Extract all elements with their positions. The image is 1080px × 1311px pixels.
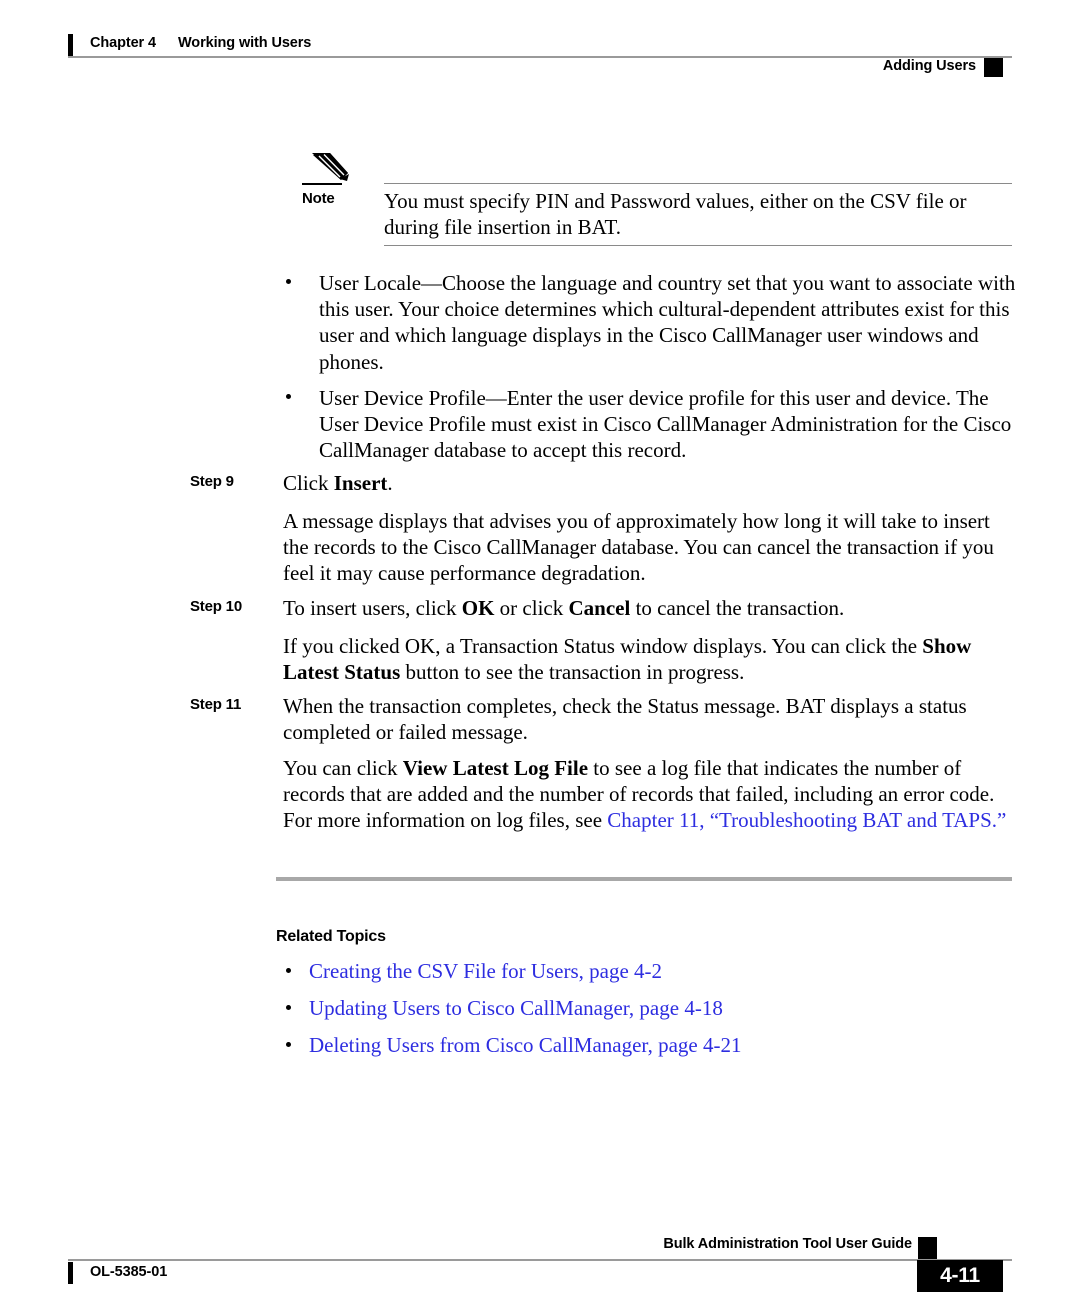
bullet-text: User Device Profile—Enter the user devic… xyxy=(319,386,1012,463)
list-item: User Locale—Choose the language and coun… xyxy=(286,270,1016,375)
related-topic-link[interactable]: Creating the CSV File for Users, page 4-… xyxy=(309,958,1006,984)
related-topic-item[interactable]: Deleting Users from Cisco CallManager, p… xyxy=(286,1032,1006,1058)
footer-right-tab-mark xyxy=(918,1237,937,1260)
header-rule xyxy=(68,56,1012,58)
footer-doc-id: OL-5385-01 xyxy=(90,1264,168,1280)
note-bottom-rule xyxy=(384,245,1012,246)
header-right-tab-mark xyxy=(984,58,1003,77)
header-chapter-number: Chapter 4 xyxy=(90,35,156,51)
related-topics-heading: Related Topics xyxy=(276,928,386,945)
step-lead-text: To insert users, click OK or click Cance… xyxy=(283,595,1030,621)
page-header: Chapter 4 Working with Users Adding Users xyxy=(68,30,1012,84)
step-11-body: You can click View Latest Log File to se… xyxy=(283,755,1013,834)
related-topic-link[interactable]: Deleting Users from Cisco CallManager, p… xyxy=(309,1032,1006,1058)
page-footer: Bulk Administration Tool User Guide OL-5… xyxy=(68,1228,1012,1292)
note-label: Note xyxy=(302,190,335,207)
step-10-body: If you clicked OK, a Transaction Status … xyxy=(283,633,1013,685)
step-lead-bold-cancel: Cancel xyxy=(568,596,631,620)
step-9-body: A message displays that advises you of a… xyxy=(283,509,994,586)
note-top-rule xyxy=(384,183,1012,184)
step-lead-text: Click Insert. xyxy=(283,470,1030,496)
step-lead-mid: or click xyxy=(494,596,569,620)
footer-left-tab-mark xyxy=(68,1262,73,1284)
step-label: Step 11 xyxy=(190,696,242,713)
header-section-title: Adding Users xyxy=(882,58,976,74)
page-number: 4-11 xyxy=(940,1264,980,1287)
step-10-body-suffix: button to see the transaction in progres… xyxy=(400,660,745,685)
pencil-icon xyxy=(310,152,354,182)
bullet-glyph xyxy=(286,1042,291,1047)
step-lead-bold: Insert xyxy=(333,471,388,495)
step-11-body-bold: View Latest Log File xyxy=(402,756,589,780)
related-topic-item[interactable]: Creating the CSV File for Users, page 4-… xyxy=(286,958,1006,984)
step-row-9: Step 9 Click Insert. xyxy=(190,470,1030,496)
header-left-tab-mark xyxy=(68,34,73,58)
bullet-glyph xyxy=(286,968,291,973)
step-lead-text: When the transaction completes, check th… xyxy=(283,694,967,745)
section-divider xyxy=(276,877,1012,881)
bullet-glyph xyxy=(286,279,291,284)
footer-rule xyxy=(68,1259,1012,1261)
list-item: User Device Profile—Enter the user devic… xyxy=(286,385,1016,464)
step-lead-suffix: . xyxy=(387,471,393,495)
bullet-text: User Locale—Choose the language and coun… xyxy=(319,271,1016,374)
footer-guide-title: Bulk Administration Tool User Guide xyxy=(663,1236,912,1252)
step-lead-bold-ok: OK xyxy=(461,596,495,620)
step-10-body-prefix: If you clicked OK, a Transaction Status … xyxy=(283,634,923,658)
bullet-glyph xyxy=(286,394,291,399)
step-label: Step 9 xyxy=(190,473,234,490)
header-chapter-breadcrumb: Chapter 4 Working with Users xyxy=(90,35,311,51)
related-topic-link[interactable]: Updating Users to Cisco CallManager, pag… xyxy=(309,995,1006,1021)
cross-reference-link[interactable]: Chapter 11, “Troubleshooting BAT and TAP… xyxy=(607,808,1006,832)
step-lead-suffix: to cancel the transaction. xyxy=(630,596,845,620)
step-row-11: Step 11 When the transaction completes, … xyxy=(190,693,1030,745)
step-lead-prefix: To insert users, click xyxy=(283,596,462,620)
note-text: You must specify PIN and Password values… xyxy=(384,189,967,239)
step-label: Step 10 xyxy=(190,598,242,615)
step-row-10: Step 10 To insert users, click OK or cli… xyxy=(190,595,1030,621)
note-label-rule xyxy=(302,183,342,185)
step-11-body-prefix: You can click xyxy=(283,756,403,780)
document-page: Chapter 4 Working with Users Adding Users… xyxy=(0,0,1080,1311)
related-topic-item[interactable]: Updating Users to Cisco CallManager, pag… xyxy=(286,995,1006,1021)
header-chapter-title: Working with Users xyxy=(177,35,312,51)
bullet-glyph xyxy=(286,1005,291,1010)
step-lead-prefix: Click xyxy=(283,471,334,495)
